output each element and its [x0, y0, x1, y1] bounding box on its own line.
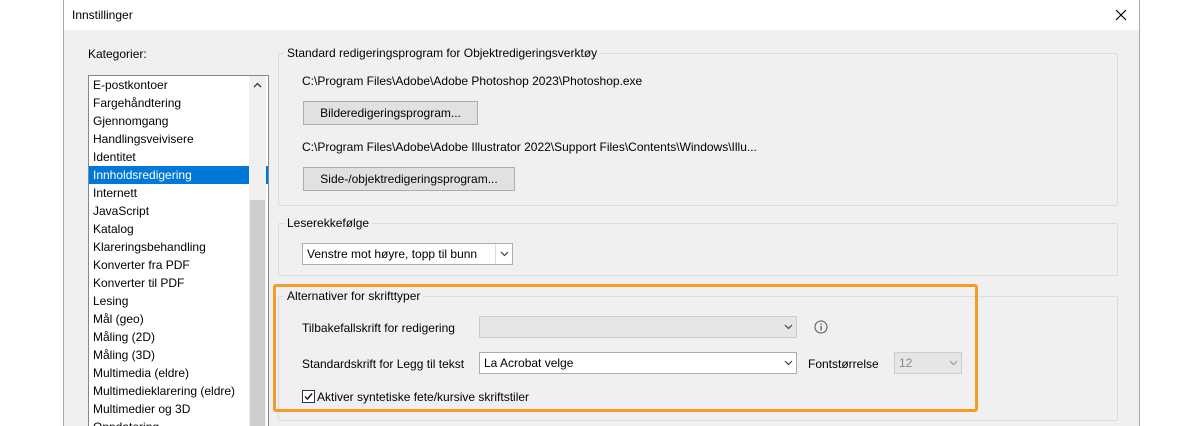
category-item[interactable]: Oppdatering	[89, 418, 268, 426]
category-item[interactable]: Konverter fra PDF	[89, 256, 268, 274]
category-item[interactable]: Internett	[89, 184, 268, 202]
category-item[interactable]: Fargehåndtering	[89, 94, 268, 112]
font-size-select[interactable]: 12	[894, 352, 962, 374]
info-icon[interactable]	[814, 320, 828, 334]
fallback-font-label: Tilbakefallskrift for redigering	[302, 321, 455, 335]
synthetic-styles-label: Aktiver syntetiske fete/kursive skriftst…	[317, 390, 530, 404]
category-item[interactable]: Handlingsveivisere	[89, 130, 268, 148]
chevron-up-icon	[253, 82, 262, 87]
image-editor-button[interactable]: Bilderedigeringsprogram...	[303, 101, 478, 125]
reading-order-legend: Leserekkefølge	[287, 216, 370, 230]
chevron-down-icon	[495, 244, 512, 264]
default-font-value: La Acrobat velge	[484, 356, 574, 370]
category-item[interactable]: Konverter til PDF	[89, 274, 268, 292]
category-item[interactable]: Multimedier og 3D	[89, 400, 268, 418]
category-item[interactable]: E-postkontoer	[89, 76, 268, 94]
categories-label: Kategorier:	[88, 47, 147, 61]
synthetic-styles-checkbox[interactable]	[302, 390, 315, 403]
page-editor-path: C:\Program Files\Adobe\Adobe Illustrator…	[302, 140, 757, 154]
default-font-select[interactable]: La Acrobat velge	[479, 352, 797, 374]
chevron-down-icon	[780, 353, 796, 373]
font-options-legend: Alternativer for skrifttyper	[287, 289, 421, 303]
default-font-label: Standardskrift for Legg til tekst	[302, 357, 465, 371]
fallback-font-select[interactable]	[479, 316, 797, 338]
chevron-down-icon	[780, 317, 796, 337]
reading-order-value: Venstre mot høyre, topp til bunn	[307, 247, 478, 261]
font-size-label: Fontstørrelse	[808, 357, 879, 371]
image-editor-path: C:\Program Files\Adobe\Adobe Photoshop 2…	[302, 74, 643, 88]
editors-legend: Standard redigeringsprogram for Objektre…	[287, 46, 598, 60]
close-button[interactable]	[1109, 3, 1133, 27]
scroll-up-button[interactable]	[249, 76, 266, 93]
preferences-dialog: Innstillinger Kategorier: E-postkontoer F…	[63, 0, 1140, 426]
category-item[interactable]: Katalog	[89, 220, 268, 238]
category-item[interactable]: Multimedieklarering (eldre)	[89, 382, 268, 400]
category-item[interactable]: Lesing	[89, 292, 268, 310]
category-item[interactable]: Gjennomgang	[89, 112, 268, 130]
category-item[interactable]: Måling (3D)	[89, 346, 268, 364]
page-editor-button[interactable]: Side-/objektredigeringsprogram...	[303, 167, 515, 191]
scroll-thumb[interactable]	[250, 200, 265, 426]
category-item[interactable]: Multimedia (eldre)	[89, 364, 268, 382]
chevron-down-icon	[945, 353, 961, 373]
category-item[interactable]: Identitet	[89, 148, 268, 166]
checkmark-icon	[304, 393, 313, 401]
title-bar: Innstillinger	[64, 0, 1139, 30]
close-icon	[1115, 9, 1127, 21]
category-item[interactable]: Mål (geo)	[89, 310, 268, 328]
category-item[interactable]: Klareringsbehandling	[89, 238, 268, 256]
reading-order-select[interactable]: Venstre mot høyre, topp til bunn	[302, 243, 513, 265]
category-item[interactable]: Innholdsredigering	[89, 166, 268, 184]
category-item[interactable]: JavaScript	[89, 202, 268, 220]
categories-list[interactable]: E-postkontoer Fargehåndtering Gjennomgang H…	[88, 75, 269, 426]
window-title: Innstillinger	[72, 8, 133, 22]
categories-scrollbar[interactable]	[249, 76, 266, 426]
font-size-value: 12	[899, 356, 913, 370]
category-item[interactable]: Måling (2D)	[89, 328, 268, 346]
